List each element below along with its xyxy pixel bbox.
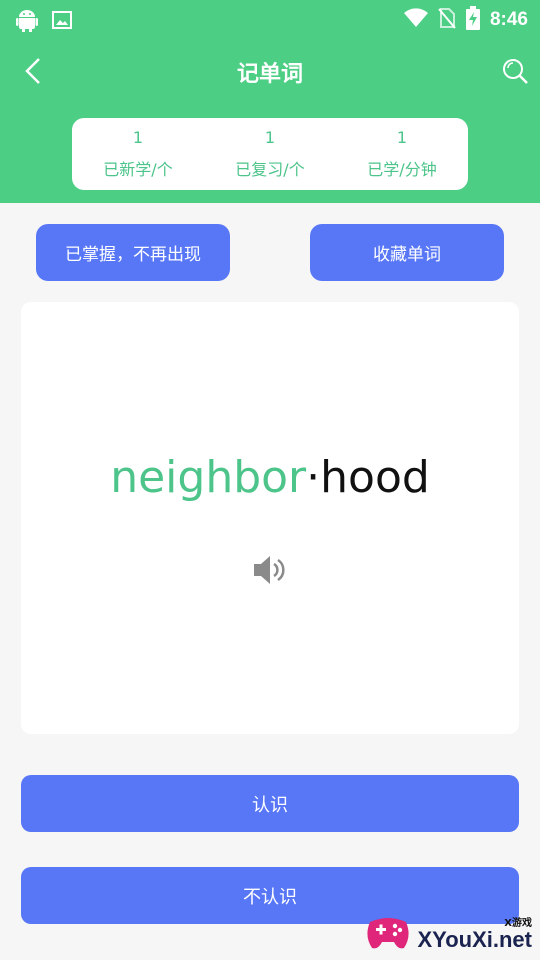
android-icon [16, 8, 38, 36]
stats-card: 1 已新学/个 1 已复习/个 1 已学/分钟 [72, 118, 468, 190]
no-sim-icon [438, 7, 456, 33]
stat-value: 1 [264, 128, 276, 147]
know-button[interactable]: 认识 [21, 775, 519, 832]
stat-minutes: 1 已学/分钟 [336, 118, 468, 190]
stat-label: 已复习/个 [235, 160, 305, 179]
watermark: X游戏 XYouXi.net [364, 912, 533, 952]
word-syllable-learned: neighbor [110, 452, 307, 503]
header: 8:46 记单词 1 已新学/个 1 已复习/个 1 已学/分钟 [0, 0, 540, 203]
stat-value: 1 [396, 128, 408, 147]
word-display: neighbor·hood [21, 452, 519, 503]
page-title: 记单词 [236, 62, 303, 87]
word-syllable-rest: hood [320, 452, 430, 503]
collect-word-button[interactable]: 收藏单词 [310, 224, 504, 281]
stat-reviewed: 1 已复习/个 [204, 118, 336, 190]
gamepad-logo-icon [366, 918, 409, 949]
search-icon [503, 59, 528, 84]
stat-label: 已学/分钟 [367, 160, 437, 179]
title-bar: 记单词 [0, 48, 540, 92]
speaker-icon [254, 556, 285, 584]
wifi-icon [403, 8, 428, 32]
stat-value: 1 [132, 128, 144, 147]
word-syllable-separator: · [306, 452, 321, 503]
word-card: neighbor·hood [21, 302, 519, 734]
pronunciation-button[interactable] [251, 552, 287, 588]
status-time: 8:46 [489, 9, 528, 30]
battery-charging-icon [465, 6, 480, 34]
image-icon [52, 10, 72, 34]
stat-label: 已新学/个 [103, 160, 173, 179]
watermark-main: XYouXi.net [417, 926, 533, 952]
stat-new-learned: 1 已新学/个 [72, 118, 204, 190]
search-button[interactable] [500, 56, 530, 86]
status-bar: 8:46 [0, 0, 540, 38]
mastered-button[interactable]: 已掌握，不再出现 [36, 224, 230, 281]
